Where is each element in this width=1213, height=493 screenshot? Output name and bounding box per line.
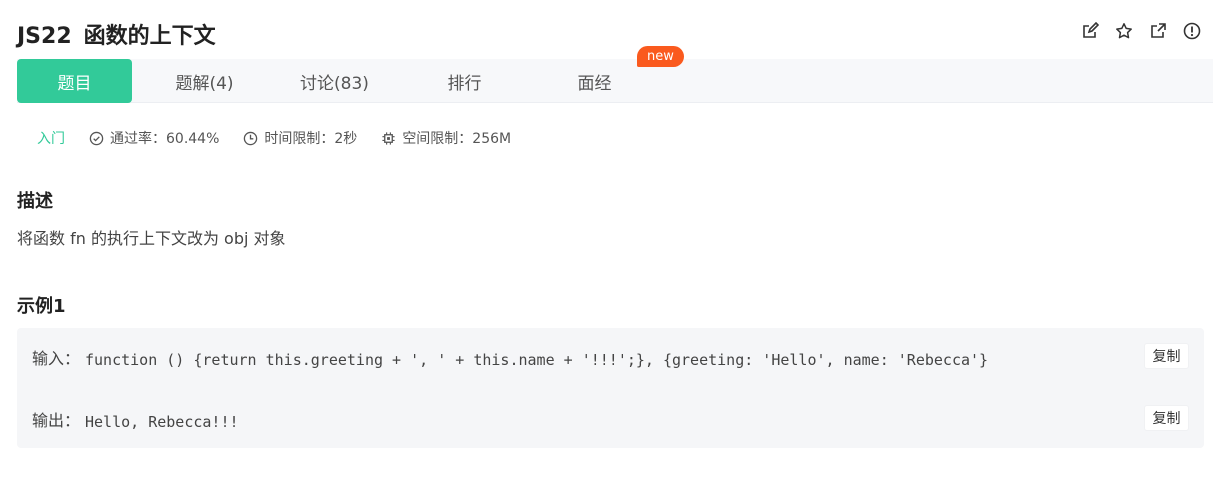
pass-rate-text: 通过率：60.44% [110,131,220,147]
info-icon[interactable] [1183,22,1201,40]
description-heading: 描述 [17,191,53,212]
description-text: 将函数 fn 的执行上下文改为 obj 对象 [17,229,286,248]
clock-icon [244,131,258,145]
problem-name: 函数的上下文 [83,24,216,49]
example-input-row: 输入： function () {return this.greeting + … [32,345,1192,401]
input-label: 输入： [32,349,81,368]
example-heading: 示例1 [17,296,66,317]
edit-icon[interactable] [1081,22,1099,40]
space-limit-text: 空间限制：256M [402,131,512,147]
pass-rate: 通过率：60.44% [89,128,219,148]
tab-ranking[interactable]: 排行 [407,59,522,103]
space-limit: 空间限制：256M [381,128,511,148]
time-limit-text: 时间限制：2秒 [264,131,358,147]
problem-code: JS22 [17,24,72,49]
copy-input-button[interactable]: 复制 [1144,343,1189,369]
tab-problem[interactable]: 题目 [17,59,132,103]
example-output-row: 输出： Hello, Rebecca!!! [32,407,1192,437]
check-circle-icon [89,131,104,145]
page-title: JS22 函数的上下文 [17,18,216,50]
star-icon[interactable] [1115,22,1133,40]
problem-meta: 入门 通过率：60.44% 时间限制：2秒 空间限制：256M [37,128,535,148]
tab-discussion[interactable]: 讨论(83) [277,59,392,103]
tab-bar: 题目 题解(4) 讨论(83) 排行 面经 new [17,46,1213,103]
copy-output-button[interactable]: 复制 [1144,405,1189,431]
time-limit: 时间限制：2秒 [243,128,357,148]
example-box: 输入： function () {return this.greeting + … [17,328,1204,448]
difficulty-level: 入门 [37,131,65,147]
tab-solutions[interactable]: 题解(4) [147,59,262,103]
problem-header: JS22 函数的上下文 [0,0,1213,60]
output-value: Hello, Rebecca!!! [85,413,239,431]
header-actions [1081,22,1201,40]
tab-interview[interactable]: 面经 [537,59,652,103]
new-badge: new [637,46,684,67]
external-link-icon[interactable] [1149,22,1167,40]
output-label: 输出： [32,411,81,430]
chip-icon [382,131,395,145]
input-value: function () {return this.greeting + ', '… [85,351,989,369]
